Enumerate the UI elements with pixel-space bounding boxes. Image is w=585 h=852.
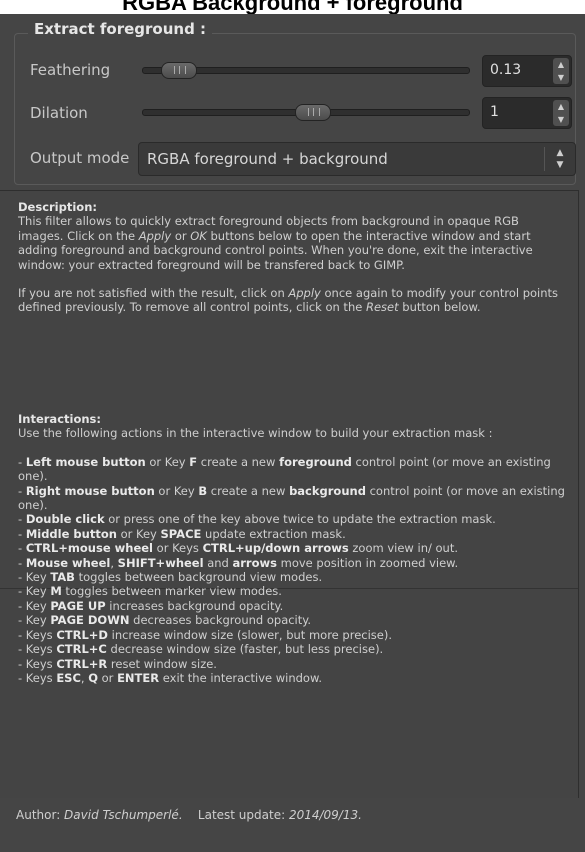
feathering-slider[interactable]	[142, 62, 470, 79]
feathering-label: Feathering	[30, 61, 111, 79]
interaction-item: - Right mouse button or Key B create a n…	[18, 483, 565, 513]
dilation-stepper[interactable]: ▲ ▼	[553, 100, 569, 126]
interaction-item: - Mouse wheel, SHIFT+wheel and arrows mo…	[18, 555, 459, 570]
interaction-item: - CTRL+mouse wheel or Keys CTRL+up/down …	[18, 541, 458, 556]
feathering-stepper[interactable]: ▲ ▼	[553, 58, 569, 84]
description-heading: Description:	[18, 200, 97, 214]
feathering-up-icon[interactable]: ▲	[553, 58, 569, 71]
interaction-item: - Keys ESC, Q or ENTER exit the interact…	[18, 670, 322, 685]
description-text: Description: This filter allows to quick…	[18, 200, 566, 315]
output-mode-value[interactable]: RGBA foreground + background	[147, 150, 388, 168]
output-mode-label: Output mode	[30, 149, 130, 167]
feathering-value[interactable]: 0.13	[490, 62, 521, 78]
interaction-item: - Keys CTRL+D increase window size (slow…	[18, 627, 392, 642]
interaction-item: - Key M toggles between marker view mode…	[18, 584, 282, 599]
description-paragraph-1: This filter allows to quickly extract fo…	[18, 214, 533, 272]
interaction-item: - Double click or press one of the key a…	[18, 512, 496, 527]
dilation-slider[interactable]	[142, 104, 470, 121]
dilation-up-icon[interactable]: ▲	[553, 100, 569, 113]
dilation-down-icon[interactable]: ▼	[553, 113, 569, 126]
interactions-heading: Interactions:	[18, 412, 101, 426]
dilation-slider-handle[interactable]	[295, 104, 331, 121]
output-mode-select[interactable]: RGBA foreground + background ▲ ▼	[138, 142, 576, 176]
dilation-value[interactable]: 1	[490, 104, 499, 120]
author-line: Author: David Tschumperlé. Latest update…	[16, 808, 362, 822]
dilation-spinbox[interactable]: 1 ▲ ▼	[482, 97, 572, 129]
author-name: David Tschumperlé.	[64, 808, 183, 822]
interaction-item: - Middle button or Key SPACE update extr…	[18, 526, 346, 541]
select-arrows-icon[interactable]: ▲ ▼	[544, 147, 575, 171]
interaction-item: - Key TAB toggles between background vie…	[18, 570, 323, 585]
dilation-label: Dilation	[30, 104, 88, 122]
interactions-intro: Use the following actions in the interac…	[18, 426, 493, 441]
feathering-spinbox[interactable]: 0.13 ▲ ▼	[482, 55, 572, 87]
interaction-item: - Keys CTRL+R reset window size.	[18, 656, 217, 671]
interaction-item: - Keys CTRL+C decrease window size (fast…	[18, 642, 384, 657]
interaction-item: - Key PAGE UP increases background opaci…	[18, 598, 284, 613]
description-paragraph-2: If you are not satisfied with the result…	[18, 286, 559, 315]
interaction-item: - Left mouse button or Key F create a ne…	[18, 454, 551, 484]
group-title: Extract foreground :	[28, 20, 213, 38]
feathering-slider-handle[interactable]	[161, 62, 197, 79]
interaction-item: - Key PAGE DOWN decreases background opa…	[18, 613, 312, 628]
feathering-down-icon[interactable]: ▼	[553, 71, 569, 84]
top-caption: RGBA Background + foreground	[0, 0, 585, 14]
update-date: 2014/09/13.	[288, 808, 362, 822]
caption-text: RGBA Background + foreground	[122, 0, 463, 14]
interactions-text: Interactions: Use the following actions …	[18, 412, 566, 685]
